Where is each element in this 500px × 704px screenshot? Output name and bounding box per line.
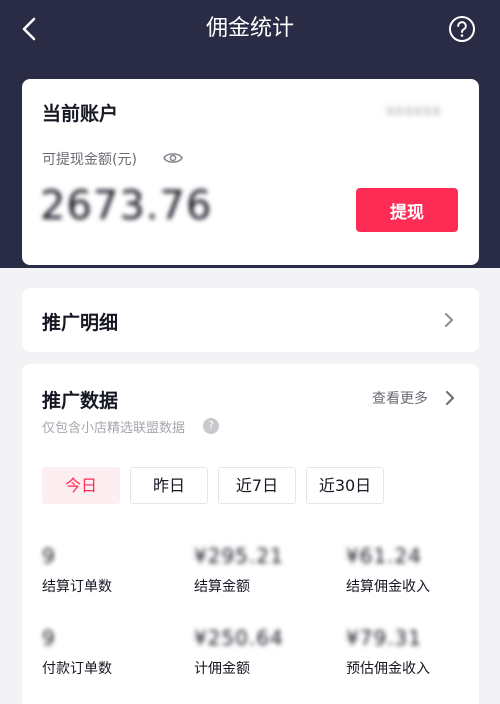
question-icon[interactable]: ?	[203, 418, 219, 434]
settled-orders-label: 结算订单数	[42, 579, 112, 595]
promo-data-card: 推广数据 查看更多 仅包含小店精选联盟数据 ? 今日 昨日 近7日 近30日 9…	[22, 364, 479, 704]
commissionable-amount-label: 计佣金额	[194, 661, 250, 677]
promo-data-title: 推广数据	[42, 390, 119, 412]
withdraw-button[interactable]: 提现	[356, 188, 458, 232]
page-title: 佣金统计	[205, 16, 294, 41]
account-title: 当前账户	[42, 103, 119, 125]
eye-icon[interactable]	[162, 149, 184, 167]
account-card: 当前账户 xxxxxx 可提现金额(元) 2673.76 提现	[22, 79, 479, 265]
help-button[interactable]	[448, 15, 476, 43]
back-button[interactable]	[18, 14, 46, 44]
nav-bar: 佣金统计	[0, 0, 500, 60]
tab-30-days[interactable]: 近30日	[306, 467, 384, 504]
paid-orders-value: 9	[42, 626, 56, 650]
settled-amount-value: ¥295.21	[194, 544, 284, 568]
tab-yesterday[interactable]: 昨日	[130, 467, 208, 504]
promo-detail-title: 推广明细	[42, 312, 119, 334]
commissionable-amount-value: ¥250.64	[194, 626, 284, 650]
balance-amount: 2673.76	[40, 183, 213, 229]
view-more-link[interactable]: 查看更多	[372, 388, 428, 408]
promo-data-subtitle: 仅包含小店精选联盟数据	[42, 421, 186, 436]
tab-7-days[interactable]: 近7日	[218, 467, 296, 504]
estimated-commission-label: 预估佣金收入	[346, 661, 430, 677]
settled-orders-value: 9	[42, 544, 56, 568]
settled-commission-value: ¥61.24	[346, 544, 422, 568]
estimated-commission-value: ¥79.31	[346, 626, 422, 650]
withdrawable-label: 可提现金额(元)	[42, 152, 137, 168]
promo-detail-row[interactable]: 推广明细	[22, 288, 479, 352]
paid-orders-label: 付款订单数	[42, 661, 112, 677]
settled-amount-label: 结算金额	[194, 579, 250, 595]
chevron-left-icon	[22, 17, 36, 41]
question-circle-icon	[449, 16, 475, 42]
chevron-right-icon	[445, 313, 453, 327]
settled-commission-label: 结算佣金收入	[346, 579, 430, 595]
chevron-right-icon[interactable]	[444, 389, 456, 407]
tab-today[interactable]: 今日	[42, 467, 120, 504]
account-id: xxxxxx	[386, 103, 442, 119]
